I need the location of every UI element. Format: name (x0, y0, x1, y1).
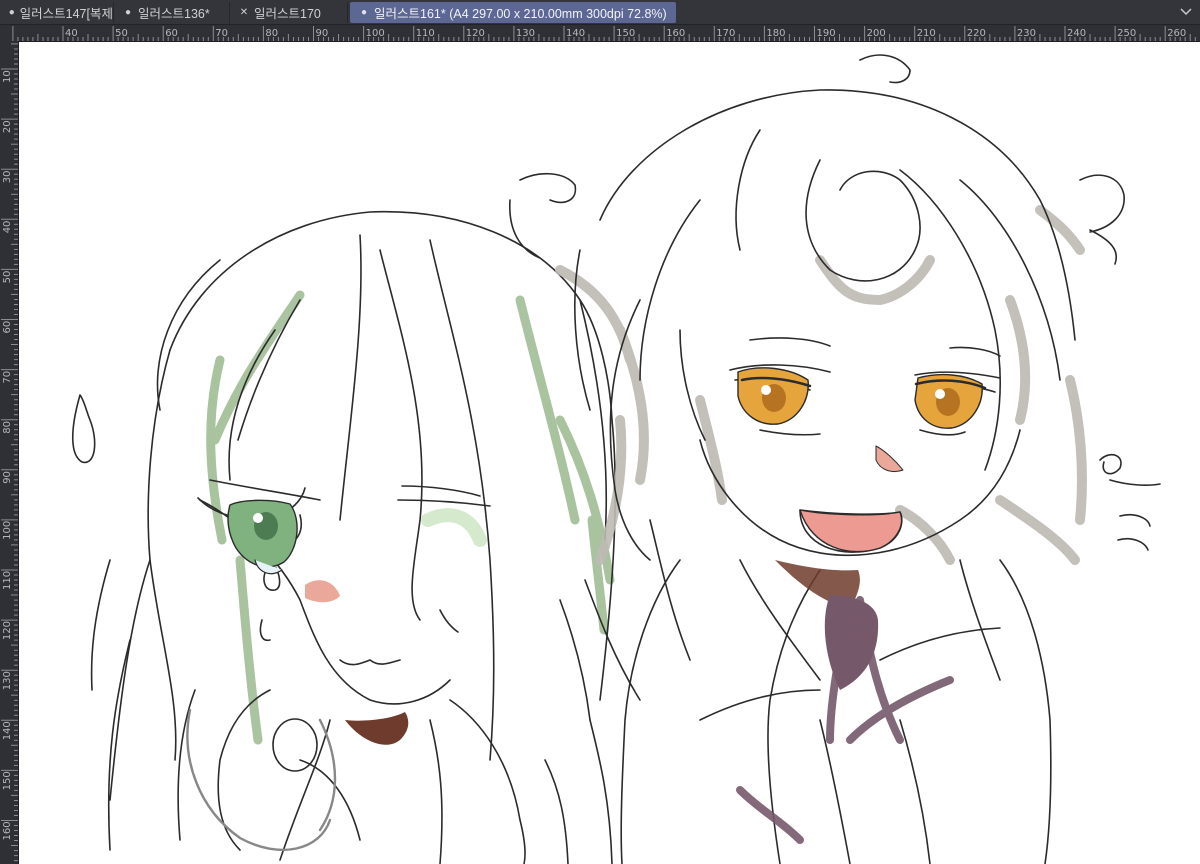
ruler-label: 110 (2, 571, 13, 590)
ruler-label: 150 (616, 28, 635, 39)
tab-label: 일러스트147[복제 (19, 7, 113, 21)
ruler-label: 100 (2, 521, 13, 540)
tab-label: 일러스트161* (A4 297.00 x 210.00mm 300dpi 72… (374, 7, 667, 21)
ruler-label: 260 (1167, 28, 1186, 39)
ruler-label: 200 (867, 28, 886, 39)
vertical-ruler[interactable]: 10 20 30 40 50 60 70 80 90 100 110 120 130 140 150 160 (0, 41, 19, 864)
ruler-label: 70 (2, 371, 13, 384)
unsaved-dot-icon: ● (124, 7, 132, 18)
ruler-label: 150 (2, 771, 13, 790)
ruler-label: 80 (2, 421, 13, 434)
ruler-label: 210 (917, 28, 936, 39)
ruler-label: 40 (2, 221, 13, 234)
ruler-label: 160 (2, 821, 13, 840)
ruler-label: 90 (2, 471, 13, 484)
ruler-label: 20 (2, 120, 13, 133)
ruler-label: 140 (2, 721, 13, 740)
vertical-ruler-ticks: 10 20 30 40 50 60 70 80 90 100 110 120 130 140 150 160 (1, 43, 18, 862)
horizontal-ruler-ticks: 40 50 60 70 80 90 100 110 120 130 140 150 160 170 180 1… (12, 26, 1196, 41)
ruler-label: 80 (265, 28, 278, 39)
ruler-label: 100 (366, 28, 385, 39)
left-character-neck-shadow (345, 712, 409, 745)
ruler-label: 120 (2, 621, 13, 640)
tab-illustration-170[interactable]: ✕ 일러스트170 (230, 2, 348, 23)
tab-illustration-161[interactable]: ● 일러스트161* (A4 297.00 x 210.00mm 300dpi … (350, 2, 676, 23)
ruler-label: 30 (2, 170, 13, 183)
ruler-label: 170 (716, 28, 735, 39)
left-character-line-art (90, 210, 617, 864)
right-character-hair-color (555, 205, 1087, 565)
ruler-label: 40 (65, 28, 78, 39)
ruler-label: 220 (967, 28, 986, 39)
unsaved-dot-icon: ● (8, 7, 15, 18)
ruler-label: 120 (466, 28, 485, 39)
ruler-label: 50 (115, 28, 128, 39)
ruler-label: 190 (817, 28, 836, 39)
ruler-label: 60 (165, 28, 178, 39)
right-character-eye-right (914, 373, 987, 429)
tab-illustration-147[interactable]: ● 일러스트147[복제 (0, 2, 114, 23)
right-character-eye-left (737, 367, 812, 425)
tab-illustration-136[interactable]: ● 일러스트136* (114, 2, 230, 23)
ruler-label: 60 (2, 321, 13, 334)
ruler-label: 240 (1067, 28, 1086, 39)
ruler-label: 50 (2, 271, 13, 284)
drawing-canvas[interactable] (19, 42, 1200, 864)
ruler-label: 230 (1017, 28, 1036, 39)
ruler-label: 180 (766, 28, 785, 39)
horizontal-ruler[interactable]: 40 50 60 70 80 90 100 110 120 130 140 150 160 170 180 1… (0, 25, 1200, 42)
sketch-artwork (71, 54, 1161, 864)
ruler-label: 10 (2, 70, 13, 83)
right-character-mouth (799, 509, 903, 553)
right-character-nose (875, 445, 904, 473)
ruler-label: 70 (215, 28, 228, 39)
right-character-line-art (509, 54, 1161, 864)
tab-label: 일러스트136* (138, 7, 210, 21)
ruler-label: 140 (566, 28, 585, 39)
document-tab-bar: ● 일러스트147[복제 ● 일러스트136* ✕ 일러스트170 ● 일러스트… (0, 0, 1200, 25)
ruler-label: 130 (2, 671, 13, 690)
ruler-label: 250 (1117, 28, 1136, 39)
chevron-down-icon[interactable] (1178, 4, 1194, 20)
unsaved-dot-icon: ● (360, 7, 368, 18)
ruler-label: 160 (666, 28, 685, 39)
ruler-label: 110 (416, 28, 435, 39)
ruler-label: 90 (316, 28, 329, 39)
close-icon[interactable]: ✕ (238, 7, 250, 18)
ruler-label: 130 (516, 28, 535, 39)
tab-label: 일러스트170 (254, 7, 321, 21)
left-character-blush (305, 580, 340, 603)
